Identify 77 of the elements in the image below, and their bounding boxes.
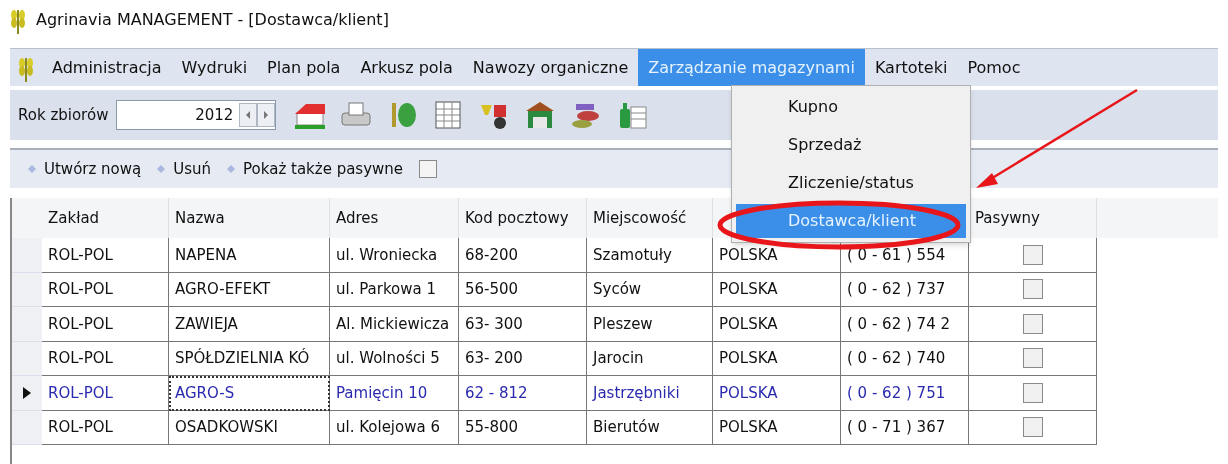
table-cell: Syców [587,272,713,307]
table-cell: ROL-POL [42,341,169,376]
column-header: Kod pocztowy [459,198,587,238]
table-cell: ul. Parkowa 1 [330,272,459,307]
menu-item[interactable]: Arkusz pola [350,49,463,86]
table-row[interactable]: ROL-POL AGRO-EFEKT ul. Parkowa 1 56-500 Syców POLSKA ( 0 - 62 ) 737 [12,272,1218,307]
menu-option[interactable]: Zliczenie/status [736,166,966,200]
table-cell: Szamotuły [587,238,713,273]
table-cell: ( 0 - 71 ) 367 [841,410,969,445]
menu-item[interactable]: Nawozy organiczne [462,49,639,86]
table-cell: Bierutów [587,410,713,445]
table-cell: POLSKA [713,410,841,445]
table-row[interactable]: ROL-POL SPÓŁDZIELNIA KÓ ul. Wolności 5 63- 200 Jarocin POLSKA ( 0 - 62 ) 740 [12,341,1218,376]
table-cell: 68-200 [459,238,587,273]
passive-checkbox[interactable] [1022,279,1043,300]
table-cell: ( 0 - 62 ) 74 2 [841,307,969,342]
show-passive-label[interactable]: Pokaż także pasywne [243,157,404,181]
table-cell: 62 - 812 [459,376,587,411]
table-cell: Pamięcin 10 [330,376,459,411]
table-cell: POLSKA [713,376,841,411]
table-cell: ROL-POL [42,307,169,342]
year-label: Rok zbiorów [18,104,109,126]
table-cell: Jarocin [587,341,713,376]
passive-checkbox[interactable] [1022,313,1043,334]
table-cell: ROL-POL [42,376,169,411]
table-cell: ( 0 - 62 ) 751 [841,376,969,411]
table-cell: AGRO-S [169,376,330,411]
column-header: Adres [330,198,459,238]
table-row[interactable]: ROL-POL OSADKOWSKI ul. Kolejowa 6 55-800 Bierutów POLSKA ( 0 - 71 ) 367 [12,410,1218,445]
table-cell: Jastrzębniki [587,376,713,411]
menu-item[interactable]: Plan pola [257,49,351,86]
table-cell: 63- 200 [459,341,587,376]
row-pointer-icon [22,385,32,400]
table-cell: SPÓŁDZIELNIA KÓ [169,341,330,376]
table-cell: 63- 300 [459,307,587,342]
table-cell: Al. Mickiewicza [330,307,459,342]
passive-checkbox[interactable] [1022,382,1043,403]
create-new-link[interactable]: Utwórz nową [44,157,142,181]
diamond-icon [28,165,36,173]
menu-item[interactable]: Administracja [42,49,172,86]
table-cell: ROL-POL [42,410,169,445]
table-cell: ( 0 - 62 ) 740 [841,341,969,376]
table-cell: 56-500 [459,272,587,307]
delete-link[interactable]: Usuń [173,157,212,181]
year-spin-field[interactable]: 2012 [116,100,277,130]
table-cell: POLSKA [713,272,841,307]
table-cell: ul. Wroniecka [330,238,459,273]
table-cell: 55-800 [459,410,587,445]
table-cell: ul. Kolejowa 6 [330,410,459,445]
column-header: Miejscowość [587,198,713,238]
menu-option[interactable]: Sprzedaż [736,128,966,162]
column-header: Zakład [42,198,169,238]
table-cell: POLSKA [713,341,841,376]
table-cell: ROL-POL [42,238,169,273]
table-cell: OSADKOWSKI [169,410,330,445]
menu-item[interactable]: Pomoc [957,49,1031,86]
menu-item[interactable]: Wydruki [171,49,258,86]
table-cell: ROL-POL [42,272,169,307]
table-cell: ( 0 - 62 ) 737 [841,272,969,307]
menu-item[interactable]: Kartoteki [864,49,958,86]
table-cell: AGRO-EFEKT [169,272,330,307]
table-row[interactable]: ROL-POL AGRO-S Pamięcin 10 62 - 812 Jastrzębniki POLSKA ( 0 - 62 ) 751 [12,376,1218,411]
diamond-icon [157,165,166,173]
table-cell: NAPENA [169,238,330,273]
table-cell: POLSKA [713,307,841,342]
diamond-icon [227,165,236,173]
table-cell: Pleszew [587,307,713,342]
show-passive-checkbox[interactable] [419,160,438,178]
passive-checkbox[interactable] [1022,244,1043,265]
column-header: Nazwa [169,198,330,238]
window-title: Agrinavia MANAGEMENT - [Dostawca/klient] [36,9,389,31]
table-cell: ul. Wolności 5 [330,341,459,376]
menu-option[interactable]: Kupno [736,90,966,124]
table-cell: ZAWIEJA [169,307,330,342]
table-row[interactable]: ROL-POL ZAWIEJA Al. Mickiewicza 63- 300 Pleszew POLSKA ( 0 - 62 ) 74 2 [12,307,1218,342]
passive-checkbox[interactable] [1022,417,1043,438]
passive-checkbox[interactable] [1022,348,1043,369]
